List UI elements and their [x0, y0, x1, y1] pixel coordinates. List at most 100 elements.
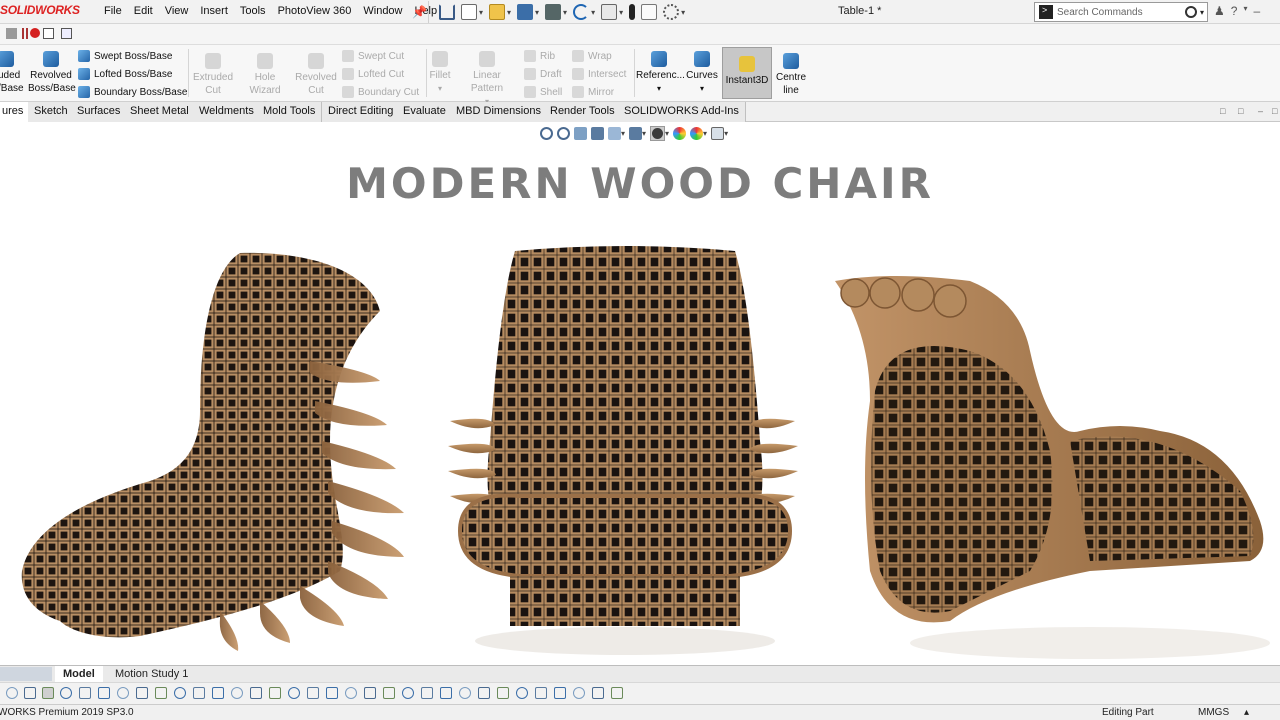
search-commands[interactable]: Search Commands ▾ — [1034, 2, 1208, 22]
appearance-icon[interactable] — [673, 126, 687, 140]
search-icon[interactable] — [1184, 6, 1197, 18]
search-input[interactable]: Search Commands — [1057, 7, 1185, 18]
lofted-cut-button[interactable]: Lofted Cut — [342, 68, 404, 80]
new-document-icon[interactable] — [461, 4, 477, 20]
chevron-down-icon[interactable]: ▾ — [428, 82, 452, 95]
mirror-button[interactable]: Mirror — [572, 86, 614, 98]
restore-icon[interactable]: □ — [1220, 106, 1225, 116]
chevron-down-icon[interactable]: ▾ — [621, 129, 625, 138]
toolbar-tool-icon[interactable] — [611, 687, 623, 699]
boundary-boss-button[interactable]: Boundary Boss/Base — [78, 86, 187, 98]
toolbar-tool-icon[interactable] — [402, 687, 414, 699]
toolbar-tool-icon[interactable] — [136, 687, 148, 699]
toolbar-tool-icon[interactable] — [193, 687, 205, 699]
scene-icon[interactable] — [690, 126, 704, 140]
hide-show-items-button[interactable] — [650, 125, 666, 141]
tile-icon[interactable]: □ — [1238, 106, 1243, 116]
tab-mold-tools[interactable]: Mold Tools — [257, 102, 323, 122]
chevron-down-icon[interactable]: ▾ — [507, 8, 511, 17]
toolbar-tool-icon[interactable] — [6, 687, 18, 699]
chevron-down-icon[interactable]: ▾ — [535, 8, 539, 17]
section-view-icon[interactable] — [591, 126, 604, 140]
status-units[interactable]: MMGS — [1198, 707, 1229, 718]
chevron-up-icon[interactable]: ▴ — [1244, 707, 1249, 718]
solidworks-logo[interactable]: SOLIDWORKS — [0, 3, 80, 17]
toolbar-tool-icon[interactable] — [79, 687, 91, 699]
chevron-down-icon[interactable]: ▾ — [684, 82, 720, 95]
rebuild-icon[interactable] — [629, 4, 636, 20]
revolved-cut-button[interactable]: Revolved Cut — [294, 53, 338, 97]
toolbar-tool-icon[interactable] — [592, 687, 604, 699]
select-icon[interactable] — [601, 4, 618, 20]
reference-geometry-button[interactable]: Referenc... ▾ — [636, 51, 685, 95]
toolbar-tool-icon[interactable] — [345, 687, 357, 699]
centreline-button[interactable]: Centre line — [774, 53, 808, 97]
chevron-down-icon[interactable]: ▾ — [563, 8, 567, 17]
chevron-down-icon[interactable]: ▾ — [703, 129, 707, 138]
tab-sketch[interactable]: Sketch — [28, 102, 75, 122]
tab-model[interactable]: Model — [55, 666, 103, 683]
gear-icon[interactable] — [663, 4, 680, 20]
minimize-icon[interactable]: – — [1258, 106, 1263, 116]
minimize-icon[interactable]: – — [1253, 4, 1260, 18]
chevron-down-icon[interactable]: ▾ — [1243, 4, 1247, 18]
instant3d-button[interactable]: Instant3D — [722, 47, 772, 99]
toolbar-tool-icon[interactable] — [250, 687, 262, 699]
extruded-boss-button[interactable]: uded /Base — [0, 51, 24, 95]
draft-button[interactable]: Draft — [524, 68, 562, 80]
toolbar-tool-icon[interactable] — [155, 687, 167, 699]
toolbar-tool-icon[interactable] — [554, 687, 566, 699]
chevron-down-icon[interactable]: ▾ — [479, 8, 483, 17]
open-folder-icon[interactable] — [489, 4, 506, 20]
toolbar-tool-icon[interactable] — [516, 687, 528, 699]
toolbar-tool-icon[interactable] — [307, 687, 319, 699]
tab-features[interactable]: ures — [0, 102, 31, 122]
menu-photoview[interactable]: PhotoView 360 — [272, 5, 358, 17]
tab-solidworks-addins[interactable]: SOLIDWORKS Add-Ins — [618, 102, 746, 122]
intersect-button[interactable]: Intersect — [572, 68, 626, 80]
view-orientation-icon[interactable] — [608, 126, 621, 140]
restore-window-icon[interactable]: □ — [1272, 106, 1277, 116]
swept-boss-button[interactable]: Swept Boss/Base — [78, 50, 172, 62]
toolbar-tool-icon[interactable] — [440, 687, 452, 699]
chevron-down-icon[interactable]: ▾ — [681, 8, 685, 17]
toolbar-tool-icon[interactable] — [497, 687, 509, 699]
chevron-down-icon[interactable]: ▾ — [636, 82, 682, 95]
toolbar-tool-icon[interactable] — [24, 687, 36, 699]
record-macro-icon[interactable] — [30, 28, 40, 38]
zoom-area-icon[interactable] — [557, 126, 570, 140]
swept-cut-button[interactable]: Swept Cut — [342, 50, 404, 62]
toolbar-tool-icon[interactable] — [573, 687, 585, 699]
new-macro-icon[interactable] — [43, 28, 54, 39]
menu-window[interactable]: Window — [357, 5, 408, 17]
menu-view[interactable]: View — [159, 5, 195, 17]
display-style-icon[interactable] — [629, 126, 643, 140]
chevron-down-icon[interactable]: ▾ — [1200, 8, 1204, 17]
fillet-button[interactable]: Fillet ▾ — [428, 51, 452, 95]
shell-button[interactable]: Shell — [524, 86, 562, 98]
toolbar-tool-icon[interactable] — [231, 687, 243, 699]
toolbar-tool-icon[interactable] — [117, 687, 129, 699]
toolbar-tool-icon[interactable] — [383, 687, 395, 699]
tab-weldments[interactable]: Weldments — [193, 102, 261, 122]
pause-macro-icon[interactable] — [22, 28, 28, 39]
toolbar-tool-icon[interactable] — [326, 687, 338, 699]
tab-surfaces[interactable]: Surfaces — [71, 102, 128, 122]
toolbar-tool-icon[interactable] — [174, 687, 186, 699]
toolbar-tool-icon[interactable] — [364, 687, 376, 699]
print-icon[interactable] — [545, 4, 562, 20]
save-icon[interactable] — [517, 4, 534, 20]
tab-evaluate[interactable]: Evaluate — [397, 102, 453, 122]
wrap-button[interactable]: Wrap — [572, 50, 612, 62]
toolbar-tool-icon[interactable] — [212, 687, 224, 699]
tab-direct-editing[interactable]: Direct Editing — [322, 102, 401, 122]
chevron-down-icon[interactable]: ▾ — [642, 129, 646, 138]
chevron-down-icon[interactable]: ▾ — [665, 129, 669, 138]
chevron-down-icon[interactable]: ▾ — [619, 8, 623, 17]
toolbar-tool-icon[interactable] — [421, 687, 433, 699]
toolbar-tool-icon[interactable] — [98, 687, 110, 699]
graphics-area[interactable]: MODERN WOOD CHAIR — [0, 141, 1280, 666]
select-tool-icon[interactable] — [42, 687, 54, 699]
boundary-cut-button[interactable]: Boundary Cut — [342, 86, 419, 98]
toolbar-tool-icon[interactable] — [535, 687, 547, 699]
